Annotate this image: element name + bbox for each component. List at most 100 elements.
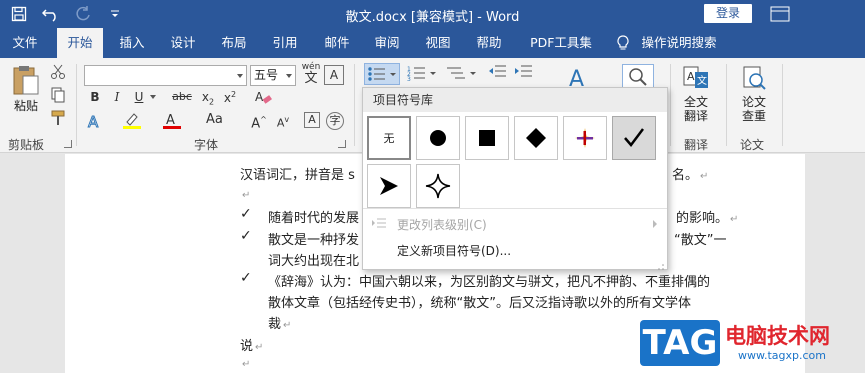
tab-pdf-tools[interactable]: PDF工具集	[521, 28, 601, 58]
font-size-value: 五号	[254, 68, 279, 82]
format-painter-icon[interactable]	[50, 110, 66, 126]
chevron-down-icon	[237, 74, 243, 78]
list-item-tail-text: 的影响。	[676, 211, 729, 226]
colorful-star-icon	[575, 128, 595, 148]
list-item: 裁 ↵	[268, 313, 291, 332]
grow-font-icon[interactable]: A^	[250, 112, 268, 132]
empty-paragraph: ↵	[240, 356, 250, 371]
diamond-icon	[526, 128, 546, 148]
separator	[726, 64, 727, 146]
bullet-checkmark-option[interactable]	[612, 116, 656, 160]
list-item-tail: 的影响。 ↵	[676, 207, 738, 226]
separator	[76, 64, 77, 146]
tab-file[interactable]: 文件	[0, 28, 50, 58]
lightbulb-icon[interactable]	[612, 28, 634, 58]
numbering-button[interactable]: 123	[406, 63, 440, 85]
paper-check-button[interactable]: 论文 查重	[734, 64, 774, 134]
separator	[354, 64, 355, 146]
tab-design[interactable]: 设计	[163, 28, 203, 58]
login-button[interactable]: 登录	[704, 4, 752, 23]
tab-review[interactable]: 审阅	[367, 28, 407, 58]
define-new-bullet-item[interactable]: 定义新项目符号(D)...	[397, 242, 511, 259]
italic-button[interactable]: I	[110, 90, 124, 104]
font-launcher-icon[interactable]	[338, 140, 346, 148]
paragraph-mark-icon: ↵	[283, 320, 292, 331]
filled-square-icon	[479, 130, 495, 146]
clear-formatting-icon[interactable]: A	[254, 88, 272, 106]
chevron-down-icon	[286, 74, 292, 78]
list-item: 散体文章（包括经传史书），统称“散文”。后又泛指诗歌以外的所有文学体	[268, 296, 691, 311]
clipboard-group-label: 剪贴板	[8, 138, 45, 152]
bullet-diamond-option[interactable]	[514, 116, 558, 160]
paragraph-mark-icon: ↵	[700, 171, 709, 182]
tab-help[interactable]: 帮助	[469, 28, 509, 58]
tell-me-search[interactable]: 操作说明搜索	[636, 28, 722, 58]
font-size-select[interactable]: 五号	[250, 65, 296, 86]
enclose-characters-icon[interactable]: A	[324, 65, 344, 85]
title-bar: 散文.docx [兼容模式] - Word 登录	[0, 0, 865, 28]
paragraph-mark-icon: ↵	[242, 359, 251, 370]
clipboard-launcher-icon[interactable]	[64, 140, 72, 148]
paper-check-label: 论文 查重	[741, 95, 766, 123]
bullet-filled-square-option[interactable]	[465, 116, 509, 160]
bullets-button[interactable]	[364, 63, 400, 85]
tab-mailings[interactable]: 邮件	[317, 28, 357, 58]
cut-icon[interactable]	[50, 64, 66, 80]
list-item: 词大约出现在北	[268, 254, 360, 269]
paragraph-mark-icon: ↵	[730, 214, 739, 225]
tab-view[interactable]: 视图	[418, 28, 458, 58]
doc-line-1-end: 名。 ↵	[672, 164, 708, 183]
multilevel-list-button[interactable]	[444, 63, 480, 85]
resize-grip-icon[interactable]	[657, 260, 665, 270]
chevron-down-icon[interactable]	[148, 92, 156, 100]
underline-button[interactable]: U	[132, 90, 146, 104]
subscript-button[interactable]: x2	[200, 90, 216, 106]
list-item: 《辞海》认为：中国六朝以来，为区别韵文与骈文，把凡不押韵、不重排偶的	[268, 275, 711, 290]
ribbon-display-options-icon[interactable]	[770, 5, 790, 23]
chevron-right-icon	[651, 218, 659, 228]
paragraph-mark-icon: ↵	[242, 190, 251, 201]
bullet-arrowhead-option[interactable]	[367, 164, 411, 208]
change-case-icon[interactable]: Aa	[206, 112, 223, 128]
svg-text:A: A	[687, 70, 695, 83]
phonetic-guide-button[interactable]: wén 文	[300, 63, 322, 86]
checkmark-bullet-icon: ✓	[240, 270, 252, 286]
ribbon-tabs: 文件 开始 插入 设计 布局 引用 邮件 审阅 视图 帮助 PDF工具集 操作说…	[0, 28, 865, 58]
bullet-filled-circle-option[interactable]	[416, 116, 460, 160]
tab-insert[interactable]: 插入	[112, 28, 152, 58]
filled-circle-icon	[430, 130, 446, 146]
doc-last-line-text: 说	[240, 339, 254, 354]
highlight-color-icon[interactable]	[122, 112, 142, 130]
increase-indent-icon[interactable]	[512, 63, 534, 85]
decrease-indent-icon[interactable]	[486, 63, 508, 85]
strikethrough-button[interactable]: abc	[172, 90, 192, 103]
copy-icon[interactable]	[50, 87, 66, 103]
bullet-none-option[interactable]: 无	[367, 116, 411, 160]
enclosed-character-icon[interactable]: 字	[326, 112, 344, 130]
text-effects-icon[interactable]: A	[86, 112, 104, 132]
svg-text:A: A	[166, 113, 175, 128]
superscript-button[interactable]: x2	[222, 90, 238, 105]
dropdown-separator	[363, 208, 667, 209]
list-item: 随着时代的发展	[268, 211, 360, 226]
bullet-colorful-star-option[interactable]	[563, 116, 607, 160]
translate-icon: A文	[683, 66, 708, 88]
paste-button[interactable]: 粘贴	[8, 64, 44, 124]
shrink-font-icon[interactable]: Av	[274, 112, 292, 132]
font-name-input[interactable]	[84, 65, 247, 86]
tab-layout[interactable]: 布局	[214, 28, 254, 58]
paper-check-icon	[743, 66, 766, 90]
tab-references[interactable]: 引用	[265, 28, 305, 58]
full-text-translate-button[interactable]: A文 全文 翻译	[676, 64, 716, 134]
tab-home[interactable]: 开始	[57, 28, 103, 58]
font-color-icon[interactable]: A	[162, 112, 182, 130]
doc-line-1-text: 汉语词汇，拼音是 s	[240, 168, 355, 183]
bold-button[interactable]: B	[88, 90, 102, 104]
site-watermark: TAG 电脑技术网 www.tagxp.com	[640, 318, 860, 370]
change-list-level-item[interactable]: 更改列表级别(C)	[397, 216, 487, 233]
watermark-logo: TAG	[640, 320, 720, 366]
character-shading-icon[interactable]: A	[304, 112, 320, 128]
arrowhead-icon	[380, 177, 398, 195]
bullet-four-point-star-option[interactable]	[416, 164, 460, 208]
phonetic-char-icon: 文	[304, 71, 318, 86]
